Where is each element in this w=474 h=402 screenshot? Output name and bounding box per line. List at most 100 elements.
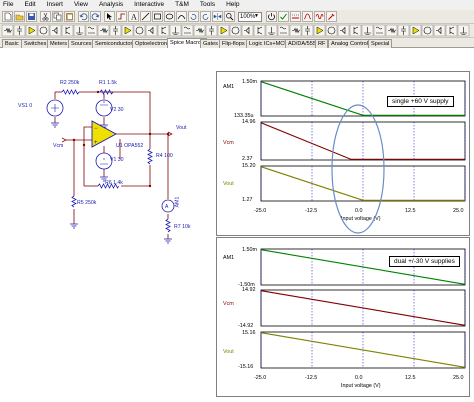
copy-icon[interactable] [52,11,63,22]
rectangle-icon[interactable] [152,11,163,22]
plot2-am1-top: 1.50m [242,247,257,253]
component-toolbar [0,24,474,38]
pointer-icon[interactable] [104,11,115,22]
ac-analysis-icon[interactable] [314,11,325,22]
plot1-xtick-4: 25.0 [453,208,464,214]
menu-insert[interactable]: Insert [47,0,63,10]
plot2-vcm-bottom: -14.92 [238,323,254,329]
plot2-xtick-4: 25.0 [453,375,464,381]
check-icon[interactable] [278,11,289,22]
plot1-xtick-0: -25.0 [254,208,267,214]
v2-label: V2 30 [110,107,124,113]
plot-dual-supply[interactable]: dual +/-30 V supplies AM1 1.50m -1.50m V… [216,237,470,397]
mirror-icon[interactable] [212,11,223,22]
tab-ad-da-555[interactable]: AD/DA/555 [285,39,319,48]
plot1-note: single +60 V supply [387,96,454,107]
tab-flip-flops[interactable]: Flip-flops [219,39,248,48]
vout-label: Vout [176,125,187,131]
redo-icon[interactable] [90,11,101,22]
main-toolbar: A 100% ▼ [0,10,474,24]
power-icon[interactable] [266,11,277,22]
plot1-vcm-top: 14.96 [242,119,256,125]
line-icon[interactable] [140,11,151,22]
tab-sources[interactable]: Sources [68,39,95,48]
plot2-note: dual +/-30 V supplies [389,256,460,267]
paste-icon[interactable] [64,11,75,22]
wire-icon[interactable] [116,11,127,22]
plot2-xtick-2: 0.0 [355,375,363,381]
r7-resistor [165,218,171,233]
zoom-icon[interactable] [224,11,235,22]
plot-band-frame [260,165,466,202]
menu-tm[interactable]: T&M [175,0,189,10]
palette-button [277,24,290,37]
palette-button [133,24,146,37]
tab-special[interactable]: Special [368,39,393,48]
palette-button [229,24,242,37]
menu-tools[interactable]: Tools [200,0,215,10]
r4-label: R4 100 [156,153,173,159]
r1-label: R1 1.5k [99,80,117,86]
vcm-label: Vcm [53,143,64,149]
save-icon[interactable] [26,11,37,22]
palette-button [85,24,98,37]
plot2-vout-top: 15.16 [242,330,256,336]
palette-button [253,24,266,37]
plot1-am1-name: AM1 [223,84,235,90]
plot-single-supply[interactable]: single +60 V supply AM1 1.50m 133.35u Vc… [216,71,470,236]
plot1-xlabel: Input voltage (V) [341,216,381,222]
r5-label: R5 250k [77,200,97,206]
rotate-left-icon[interactable] [188,11,199,22]
menu-analysis[interactable]: Analysis [99,0,123,10]
v1-label: V1 30 [110,157,124,163]
schematic-diagram[interactable]: − + A [0,49,210,249]
palette-button [181,24,194,37]
cut-icon[interactable] [40,11,51,22]
am1-label: AM1 [174,196,181,208]
ellipse-icon[interactable] [164,11,175,22]
svg-text:−: − [94,126,98,132]
arc-icon[interactable] [176,11,187,22]
palette-button [145,24,158,37]
vs1-label: VS1 0 [18,103,33,109]
menu-interactive[interactable]: Interactive [134,0,164,10]
transient-icon[interactable] [302,11,313,22]
palette-button [337,24,350,37]
plot1-vout-top: 15.20 [242,163,256,169]
menu-edit[interactable]: Edit [24,0,35,10]
probe-icon[interactable] [326,11,337,22]
menu-help[interactable]: Help [226,0,239,10]
undo-icon[interactable] [78,11,89,22]
tab-switches[interactable]: Switches [21,39,50,48]
plot2-xtick-0: -25.0 [254,375,267,381]
palette-button [349,24,362,37]
rotate-right-icon[interactable] [200,11,211,22]
tab-meters[interactable]: Meters [47,39,71,48]
palette-button [157,24,170,37]
opamp-label: U1 OPA552 [116,143,144,149]
plot1-xtick-1: -12.5 [305,208,318,214]
chevron-down-icon[interactable]: ▼ [254,13,259,19]
palette-button [445,24,458,37]
text-icon[interactable]: A [128,11,139,22]
plot1-vcm-name: Vcm [223,140,234,146]
tab-rf[interactable]: RF [315,39,329,48]
tab-gates[interactable]: Gates [200,39,221,48]
tab-basic[interactable]: Basic [2,39,22,48]
r7-label: R7 10k [174,224,191,230]
palette-button [421,24,434,37]
menu-file[interactable]: File [3,0,13,10]
plot2-vout-bottom: -15.16 [238,364,254,370]
plot2-vout-name: Vout [223,349,234,355]
open-folder-icon[interactable] [14,11,25,22]
plot1-am1-top: 1.50m [242,79,257,85]
tab-analog-control[interactable]: Analog Control [328,39,372,48]
palette-button [241,24,254,37]
menu-view[interactable]: View [74,0,88,10]
component-palette[interactable] [0,24,474,38]
r6-label: R6 1.4k [105,180,123,186]
new-file-icon[interactable] [2,11,13,22]
schematic-canvas[interactable]: − + A VS1 0 R2 250k R1 1.5k V2 30 V1 30 … [0,49,474,402]
r2-resistor [61,89,80,95]
dc-analysis-icon[interactable] [290,11,301,22]
